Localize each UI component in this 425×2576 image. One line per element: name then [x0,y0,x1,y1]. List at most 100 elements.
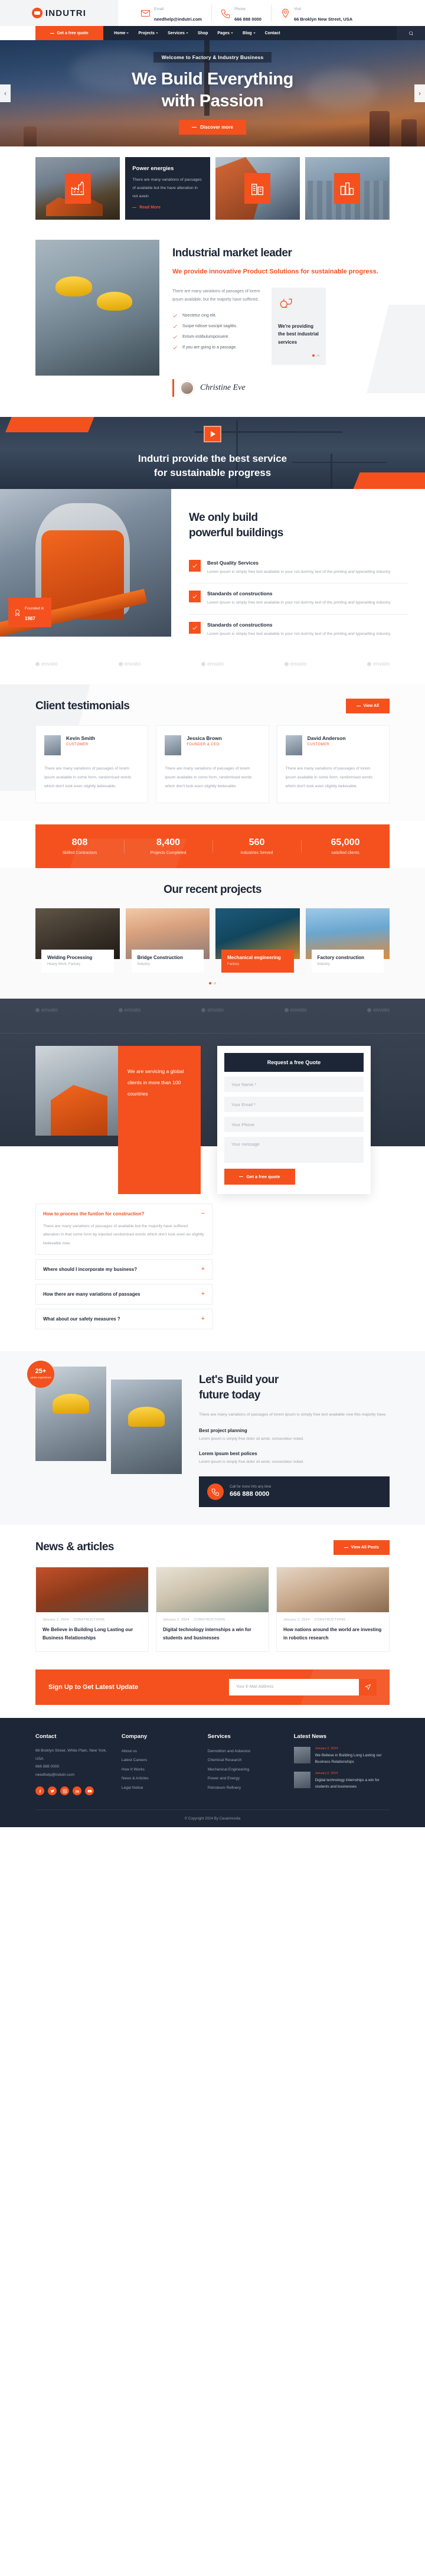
envato-icon [284,1007,289,1012]
faq-item[interactable]: How to process the funtion for construct… [35,1204,212,1255]
email-field[interactable]: Your Email * [224,1097,364,1113]
newsletter-email-input[interactable]: Your E-Mail Address [236,1685,359,1689]
top-contact-email[interactable]: Email needhelp@indutri.com [131,2,211,24]
powerful-feature-list: Best Quality Services Lorem Ipsum is sim… [189,553,408,646]
building-icon [244,173,271,204]
nav-item-projects[interactable]: Projects [138,31,159,35]
stat-number: 65,000 [331,837,360,848]
minus-icon[interactable]: − [201,1211,205,1217]
footer-link[interactable]: Chemical Research [208,1756,285,1765]
hero-prev-arrow[interactable]: ‹ [0,84,11,102]
faq-question: Where should I incorporate my business? [43,1266,138,1272]
brand-strip-secondary: envato envato envato envato envato [35,999,390,1013]
message-field[interactable]: Your message [224,1137,364,1163]
footer-link[interactable]: Latest Careers [122,1756,198,1765]
stat-number: 560 [249,837,265,848]
nav-item-home[interactable]: Home [114,31,129,35]
project-card[interactable]: Welding Processing Heavy Work, Factory [35,908,120,973]
envato-icon [118,661,123,666]
project-card[interactable]: Bridge Construction Industry [125,908,210,973]
footer-link[interactable]: Mechanical Engineering [208,1765,285,1774]
project-subtitle: Factory [227,963,240,967]
footer-phone[interactable]: 666 888 0000 [35,1763,112,1771]
brand-name: envato [373,1007,390,1013]
youtube-icon[interactable] [85,1786,94,1796]
nav-label: Home [114,31,126,35]
footer-link[interactable]: How It Works [122,1765,198,1774]
service-card-blueprint[interactable] [215,157,300,220]
brand-logo-envato: envato [35,661,58,667]
hero-next-arrow[interactable]: › [414,84,425,102]
service-card-excavator[interactable] [35,157,120,220]
check-label: Entum estibulumposuere. [182,334,230,339]
dot-indicator[interactable] [312,354,315,357]
footer-news-item[interactable]: January 2, 2024 We Believe in Building L… [293,1746,390,1765]
project-card[interactable]: Mechanical engineering Factory [215,908,300,973]
news-card[interactable]: January 2, 2024 CONSTRUCTIONS Digital te… [156,1566,269,1652]
top-contact-phone[interactable]: Phone 666 888 0000 [211,2,271,24]
nav-item-pages[interactable]: Pages [217,31,234,35]
plus-icon[interactable]: + [201,1315,205,1322]
news-view-all-button[interactable]: View All Posts [333,1540,390,1555]
footer-link[interactable]: About us [122,1747,198,1756]
footer-link[interactable]: Power and Energy [208,1774,285,1783]
visit-label: Visit [293,7,302,11]
discover-more-button[interactable]: Discover more [179,119,246,135]
linkedin-icon[interactable] [73,1786,81,1796]
testimonials-view-all-button[interactable]: View All [345,699,390,714]
instagram-icon[interactable] [60,1786,69,1796]
service-card-city[interactable] [305,157,390,220]
newsletter-submit-button[interactable] [359,1678,377,1695]
faq-item[interactable]: Where should I incorporate my business? … [35,1258,212,1280]
dash-icon [192,126,197,128]
plus-icon[interactable]: + [201,1290,205,1297]
footer-news-item[interactable]: January 2, 2024 Digital technology inter… [293,1772,390,1790]
footer-email[interactable]: needhelp@indutri.com [35,1771,112,1779]
faq-item[interactable]: What about our safety measures ? + [35,1308,212,1329]
future-feature: Lorem ipsum best polices Lorem ipsum is … [199,1451,390,1466]
card-description: There are many variations of passages of… [132,178,202,198]
hero-slider: Welcome to Factory & Industry Business W… [0,40,425,146]
founded-badge: Founded in 1987 [8,598,51,628]
search-button[interactable] [397,26,425,40]
phone-field[interactable]: Your Phone [224,1117,364,1133]
nav-item-shop[interactable]: Shop [198,31,208,35]
get-free-quote-button[interactable]: Get a free quote [35,26,103,40]
read-more-link[interactable]: Read More [132,206,202,210]
project-card[interactable]: Factory construction Industry [305,908,390,973]
nav-item-services[interactable]: Services [168,31,188,35]
play-video-button[interactable] [204,426,221,443]
nav-label: Services [168,31,185,35]
news-card[interactable]: January 2, 2024 CONSTRUCTIONS How nation… [276,1566,390,1652]
top-contact-visit[interactable]: Visit 66 Broklyn New Street, USA [270,2,362,24]
nav-item-contact[interactable]: Contact [265,31,280,35]
leader-heading: Industrial market leader [172,247,292,259]
news-section: News & articles View All Posts January 2… [0,1524,425,1669]
news-category: CONSTRUCTIONS [73,1618,105,1622]
facebook-icon[interactable] [35,1786,44,1796]
faq-item[interactable]: How there are many variations of passage… [35,1283,212,1305]
nav-label: Pages [217,31,230,35]
twitter-icon[interactable] [48,1786,57,1796]
read-more-label: Read More [139,205,161,210]
site-logo[interactable]: INDUTRI [0,0,118,26]
name-field[interactable]: Your Name * [224,1077,364,1093]
powerful-heading-line2: powerful buildings [189,526,283,539]
dot-indicator[interactable] [317,354,319,357]
pump-icon [278,296,319,314]
service-card-power-energies[interactable]: Power energies There are many variations… [125,157,210,220]
footer-link[interactable]: Petroleum Refinery [208,1783,285,1792]
get-free-quote-submit-button[interactable]: Get a free quote [224,1169,295,1185]
dot-indicator[interactable] [209,982,211,985]
plus-icon[interactable]: + [201,1266,205,1273]
footer-link[interactable]: Legal Notice [122,1783,198,1792]
nav-item-blog[interactable]: Blog [243,31,256,35]
list-item: If you are going to a passage. [172,345,261,350]
footer-link[interactable]: News & Articles [122,1774,198,1783]
dot-indicator[interactable] [214,982,216,985]
call-info-box[interactable]: Call for more Info any time 666 888 0000 [199,1476,390,1507]
email-label: Email [154,7,164,11]
news-card[interactable]: January 2, 2024 CONSTRUCTIONS We Believe… [35,1566,149,1652]
newsletter-bar: Sign Up to Get Latest Update Your E-Mail… [35,1669,390,1705]
footer-link[interactable]: Demolition and Asbestos [208,1747,285,1756]
